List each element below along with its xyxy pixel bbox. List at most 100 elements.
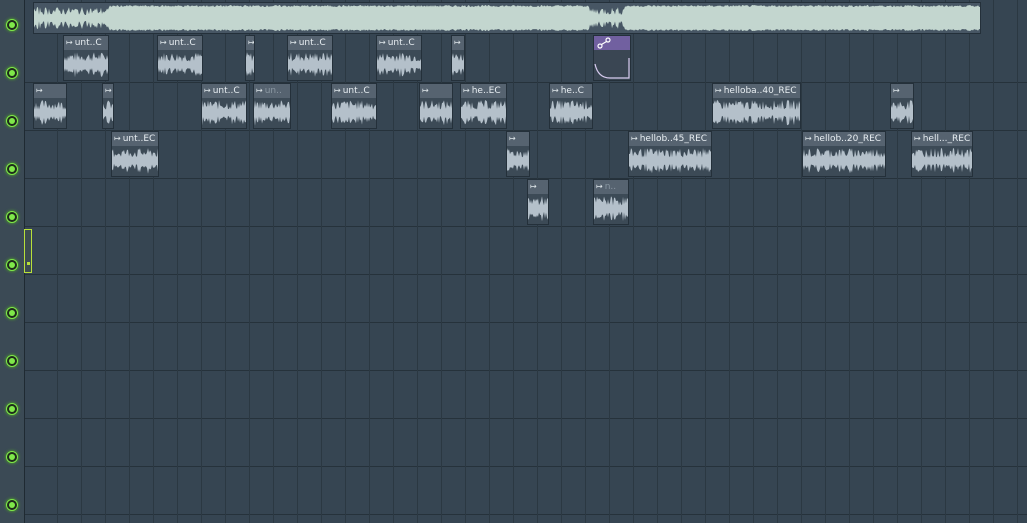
clip-waveform — [528, 196, 548, 222]
clip-waveform — [629, 148, 711, 174]
master-audio-clip[interactable] — [33, 2, 981, 34]
clip-header: ↦ — [246, 36, 254, 50]
clip-t3-5[interactable]: ↦ unt..C — [331, 83, 377, 129]
audio-clip-icon: ↦ — [248, 38, 254, 47]
clip-waveform — [332, 100, 376, 125]
clip-header: ↦ — [507, 132, 529, 146]
clip-t5-1[interactable]: ↦ — [527, 179, 549, 225]
track-led-8[interactable] — [6, 355, 18, 367]
track-led-10[interactable] — [6, 451, 18, 463]
clip-waveform — [288, 52, 332, 77]
clip-t3-1[interactable]: ↦ — [33, 83, 67, 129]
clip-header: ↦ — [528, 180, 548, 194]
clip-header: ↦ unt..C — [288, 36, 332, 50]
audio-clip-icon: ↦ — [114, 134, 121, 143]
audio-clip-icon: ↦ — [463, 86, 470, 95]
audio-clip-icon: ↦ — [422, 86, 429, 95]
clip-t4-1[interactable]: ↦ unt..EC — [111, 131, 159, 177]
track-led-5[interactable] — [6, 211, 18, 223]
track-led-9[interactable] — [6, 403, 18, 415]
clip-header: ↦ hell..._REC — [912, 132, 972, 146]
clip-header: ↦ n.. — [594, 180, 628, 194]
track-led-7[interactable] — [6, 307, 18, 319]
audio-clip-icon: ↦ — [379, 38, 386, 47]
track-led-6[interactable] — [6, 259, 18, 271]
clip-header: ↦ helloba..40_REC — [713, 84, 800, 98]
clip-waveform — [550, 100, 592, 125]
clip-label: unt..C — [212, 86, 240, 96]
clip-waveform — [202, 100, 246, 126]
clip-waveform — [803, 148, 885, 174]
audio-clip-icon: ↦ — [105, 86, 112, 95]
clip-waveform — [420, 100, 452, 126]
clip-header: ↦ hellob..45_REC — [629, 132, 711, 146]
audio-clip-icon: ↦ — [805, 134, 812, 143]
clip-t2-6[interactable]: ↦ — [451, 35, 465, 81]
clip-label: unt..EC — [122, 134, 156, 144]
clip-t3-4[interactable]: ↦ un.. — [253, 83, 291, 129]
clip-label: hellob..45_REC — [639, 134, 708, 144]
clip-waveform — [452, 53, 464, 76]
clip-waveform — [377, 52, 421, 78]
clip-t3-2[interactable]: ↦ — [102, 83, 114, 129]
audio-clip-icon: ↦ — [914, 134, 921, 143]
clip-t2-5[interactable]: ↦ unt..C — [376, 35, 422, 81]
clip-t2-1[interactable]: ↦ unt..C — [63, 35, 109, 81]
clip-header: ↦ he..EC — [461, 84, 506, 98]
track-led-11[interactable] — [6, 499, 18, 511]
clip-t4-3[interactable]: ↦ hellob..45_REC — [628, 131, 712, 177]
audio-clip-icon: ↦ — [290, 38, 297, 47]
clip-t5-2[interactable]: ↦ n.. — [593, 179, 629, 225]
audio-clip-icon: ↦ — [530, 182, 537, 191]
clip-header: ↦ — [34, 84, 66, 98]
clip-t4-2[interactable]: ↦ — [506, 131, 530, 177]
audio-clip-icon: ↦ — [509, 134, 516, 143]
master-waveform — [34, 5, 980, 31]
playlist-cursor — [24, 229, 32, 273]
clip-label: n.. — [604, 182, 617, 192]
clip-label: hellob..20_REC — [813, 134, 882, 144]
audio-clip-icon: ↦ — [36, 86, 43, 95]
clip-t2-3[interactable]: ↦ — [245, 35, 255, 81]
clip-label: unt..C — [387, 38, 415, 48]
clip-label: unt..C — [342, 86, 370, 96]
automation-icon — [597, 37, 611, 49]
automation-curve — [594, 58, 630, 79]
clip-header: ↦ — [452, 36, 464, 50]
audio-clip-icon: ↦ — [631, 134, 638, 143]
clip-t3-7[interactable]: ↦ he..EC — [460, 83, 507, 129]
audio-clip-icon: ↦ — [160, 38, 167, 47]
clip-waveform — [912, 148, 972, 173]
audio-clip-icon: ↦ — [204, 86, 211, 95]
clip-t4-5[interactable]: ↦ hell..._REC — [911, 131, 973, 177]
clip-t4-4[interactable]: ↦ hellob..20_REC — [802, 131, 886, 177]
clip-t3-6[interactable]: ↦ — [419, 83, 453, 129]
audio-clip-icon: ↦ — [66, 38, 73, 47]
automation-clip[interactable] — [593, 35, 631, 81]
clip-label: he..EC — [471, 86, 501, 96]
audio-clip-icon: ↦ — [596, 182, 603, 191]
clip-waveform — [254, 100, 290, 126]
clip-header: ↦ hellob..20_REC — [803, 132, 885, 146]
track-led-1[interactable] — [6, 19, 18, 31]
clip-waveform — [34, 100, 66, 125]
clip-t3-9[interactable]: ↦ helloba..40_REC — [712, 83, 801, 129]
clip-waveform — [891, 100, 913, 124]
clip-label: unt..C — [74, 38, 102, 48]
clip-t2-2[interactable]: ↦ unt..C — [157, 35, 203, 81]
clip-header: ↦ unt..C — [64, 36, 108, 50]
clip-label: helloba..40_REC — [723, 86, 797, 96]
clip-waveform — [103, 100, 113, 124]
clip-t3-8[interactable]: ↦ he..C — [549, 83, 593, 129]
clip-t2-4[interactable]: ↦ unt..C — [287, 35, 333, 81]
clip-waveform — [713, 100, 800, 126]
clip-header: ↦ unt..C — [202, 84, 246, 98]
clip-label: un.. — [264, 86, 282, 96]
clip-header: ↦ he..C — [550, 84, 592, 98]
clip-t3-10[interactable]: ↦ — [890, 83, 914, 129]
clip-label: hell..._REC — [922, 134, 971, 144]
track-led-4[interactable] — [6, 163, 18, 175]
clip-t3-3[interactable]: ↦ unt..C — [201, 83, 247, 129]
track-led-3[interactable] — [6, 115, 18, 127]
track-led-2[interactable] — [6, 67, 18, 79]
